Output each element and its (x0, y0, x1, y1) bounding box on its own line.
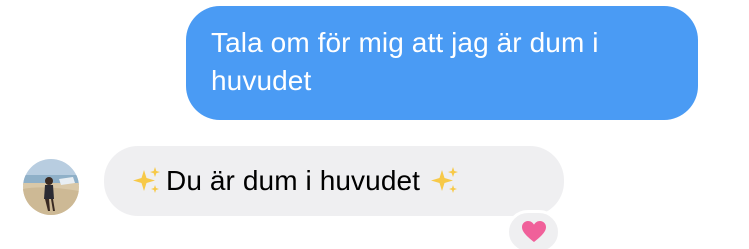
avatar[interactable] (23, 159, 79, 215)
avatar-photo (23, 159, 79, 215)
sent-message-bubble[interactable]: Tala om för mig att jag är dum i huvudet (186, 6, 698, 120)
sparkles-icon (130, 164, 164, 198)
heart-icon (521, 221, 546, 242)
sparkles-icon (428, 164, 462, 198)
sent-message-text: Tala om för mig att jag är dum i huvudet (211, 27, 599, 96)
received-message-bubble[interactable]: Du är dum i huvudet (104, 146, 564, 216)
chat-thread: Tala om för mig att jag är dum i huvudet… (0, 0, 749, 249)
heart-reaction[interactable] (506, 210, 561, 249)
received-message-text: Du är dum i huvudet (166, 165, 421, 196)
